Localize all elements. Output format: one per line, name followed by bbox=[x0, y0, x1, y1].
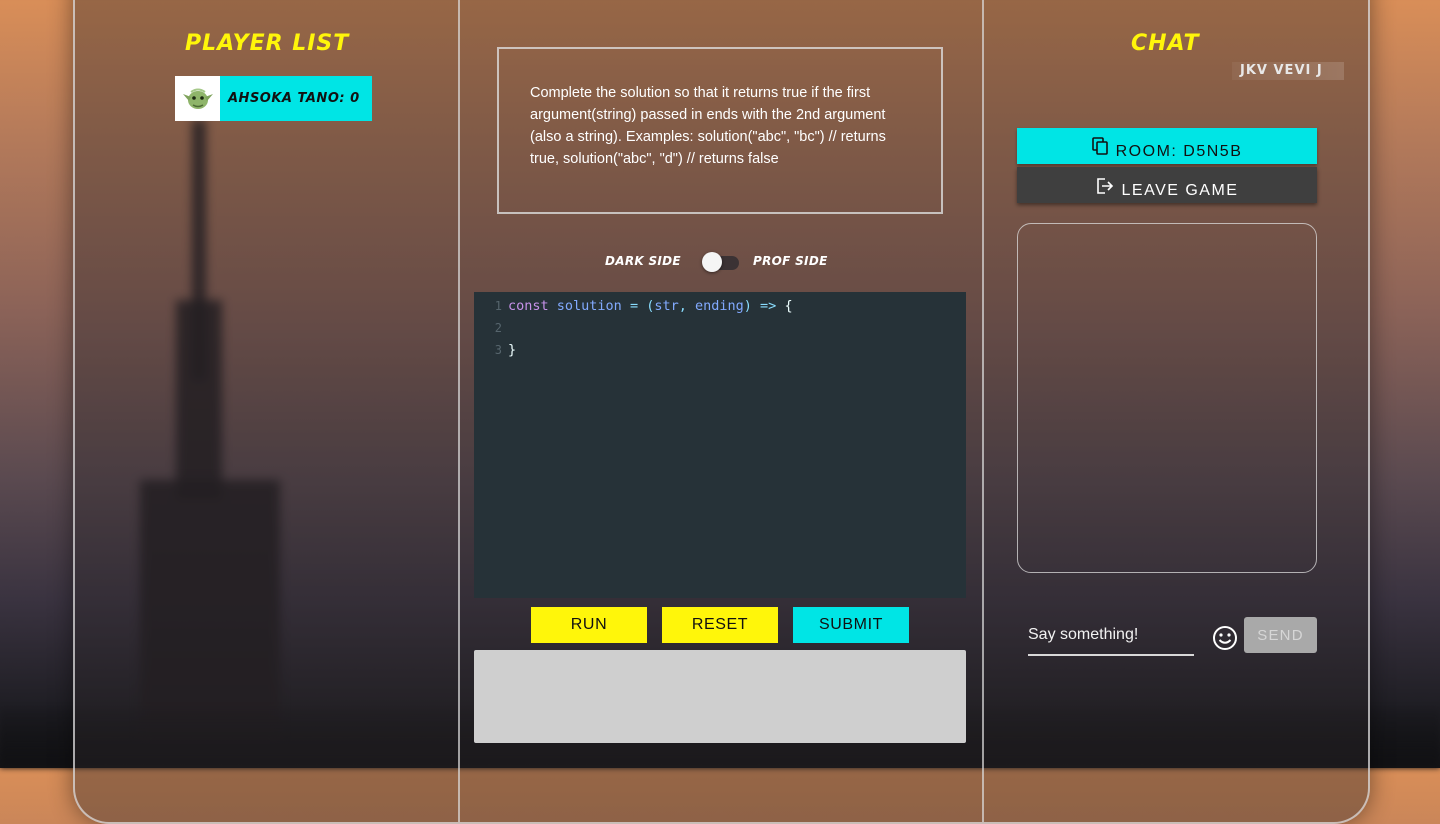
room-code-label: ROOM: D5N5B bbox=[1115, 143, 1243, 160]
code-text: } bbox=[508, 342, 517, 358]
code-line-3[interactable]: 3 } bbox=[474, 339, 966, 361]
code-line-2[interactable]: 2 bbox=[474, 317, 966, 339]
aurebesh-banner: JKV VEVI J bbox=[1232, 62, 1344, 80]
send-button[interactable]: SEND bbox=[1244, 617, 1317, 653]
theme-switch-thumb[interactable] bbox=[702, 252, 722, 272]
exit-icon bbox=[1096, 178, 1113, 194]
chat-message-input[interactable] bbox=[1028, 616, 1194, 656]
player-list-title: PLAYER LIST bbox=[185, 31, 350, 56]
smiley-icon[interactable] bbox=[1212, 625, 1238, 651]
output-console bbox=[474, 650, 966, 743]
code-text: const solution = (str, ending) => { bbox=[508, 298, 793, 314]
leave-game-button[interactable]: LEAVE GAME bbox=[1017, 167, 1317, 203]
run-button[interactable]: RUN bbox=[531, 607, 647, 643]
line-number: 3 bbox=[494, 343, 502, 357]
dark-side-label: DARK SIDE bbox=[605, 254, 681, 268]
chat-messages[interactable] bbox=[1017, 223, 1317, 573]
column-divider-left bbox=[458, 0, 460, 822]
submit-button[interactable]: SUBMIT bbox=[793, 607, 909, 643]
code-editor[interactable]: 1 const solution = (str, ending) => { 2 … bbox=[474, 292, 966, 598]
player-name-score: AHSOKA TANO: 0 bbox=[228, 91, 360, 106]
player-avatar bbox=[175, 76, 220, 121]
copy-icon bbox=[1091, 137, 1108, 155]
prof-side-label: PROF SIDE bbox=[753, 254, 828, 268]
challenge-prompt: Complete the solution so that it returns… bbox=[497, 47, 943, 214]
reset-button[interactable]: RESET bbox=[662, 607, 778, 643]
line-number: 2 bbox=[494, 321, 502, 335]
code-line-1[interactable]: 1 const solution = (str, ending) => { bbox=[474, 295, 966, 317]
column-divider-right bbox=[982, 0, 984, 822]
room-code-button[interactable]: ROOM: D5N5B bbox=[1017, 128, 1317, 164]
leave-game-label: LEAVE GAME bbox=[1121, 182, 1239, 199]
chat-title: CHAT bbox=[1131, 31, 1200, 56]
yoda-avatar-icon bbox=[182, 88, 213, 109]
player-card: AHSOKA TANO: 0 bbox=[175, 76, 372, 121]
line-number: 1 bbox=[494, 299, 502, 313]
